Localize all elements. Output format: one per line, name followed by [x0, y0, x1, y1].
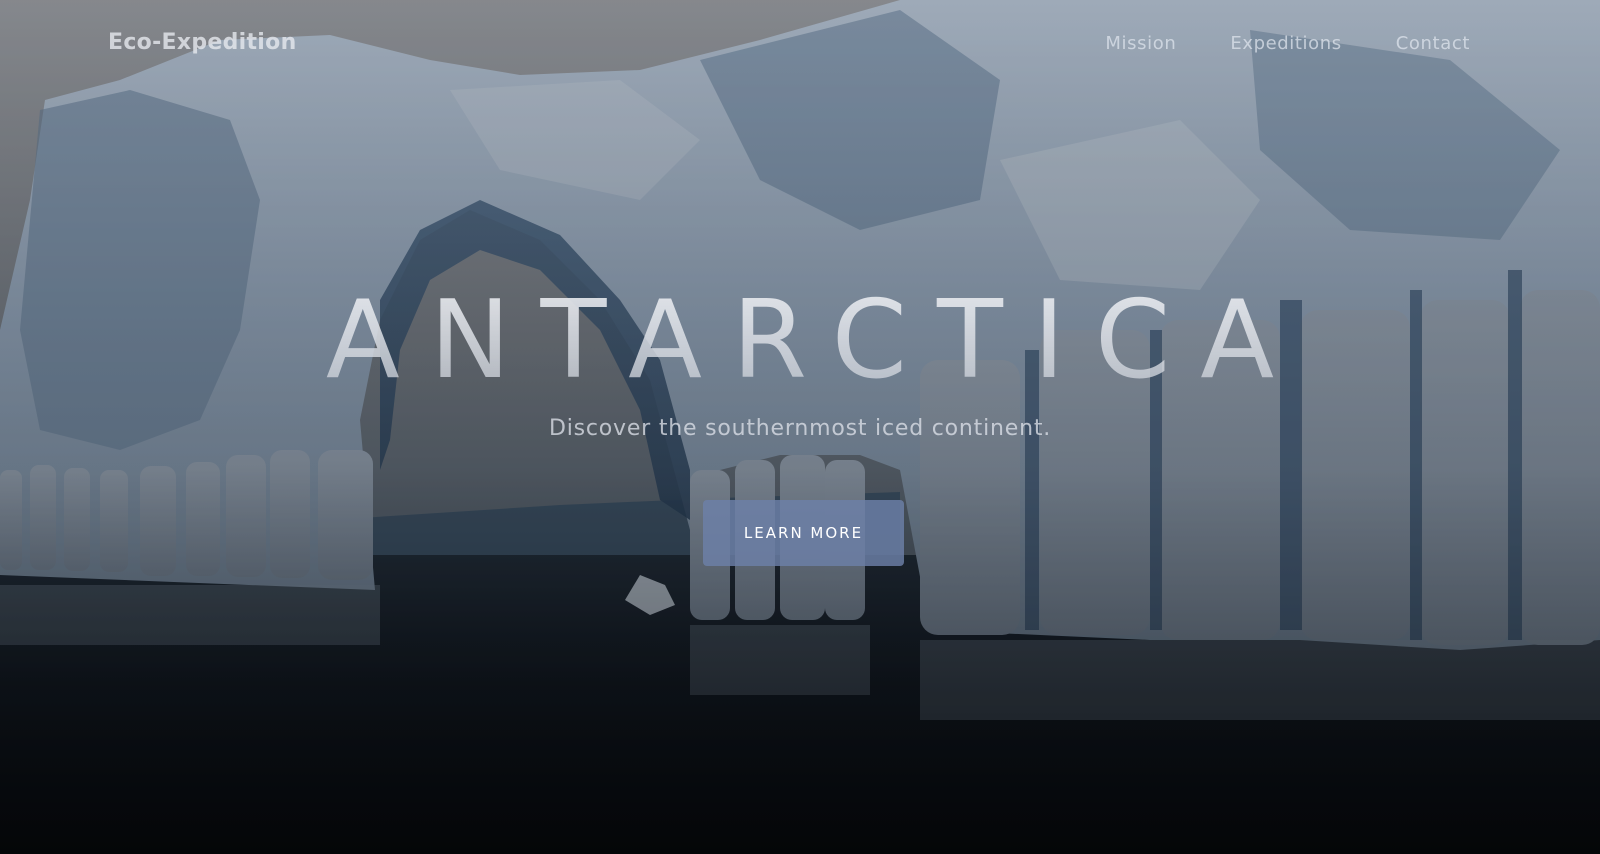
hero-section: Eco-Expedition Mission Expeditions Conta… [0, 0, 1600, 854]
hero-subtitle: Discover the southernmost iced continent… [548, 416, 1052, 441]
hero-title: ANTARCTICA [0, 281, 1600, 401]
nav-link-contact[interactable]: Contact [1396, 33, 1470, 54]
brand-logo[interactable]: Eco-Expedition [108, 30, 297, 55]
nav-link-mission[interactable]: Mission [1105, 33, 1176, 54]
nav-links: Mission Expeditions Contact [1105, 33, 1470, 54]
top-navigation: Eco-Expedition Mission Expeditions Conta… [0, 0, 1600, 90]
nav-link-expeditions[interactable]: Expeditions [1230, 33, 1341, 54]
learn-more-button[interactable]: LEARN MORE [703, 500, 904, 566]
